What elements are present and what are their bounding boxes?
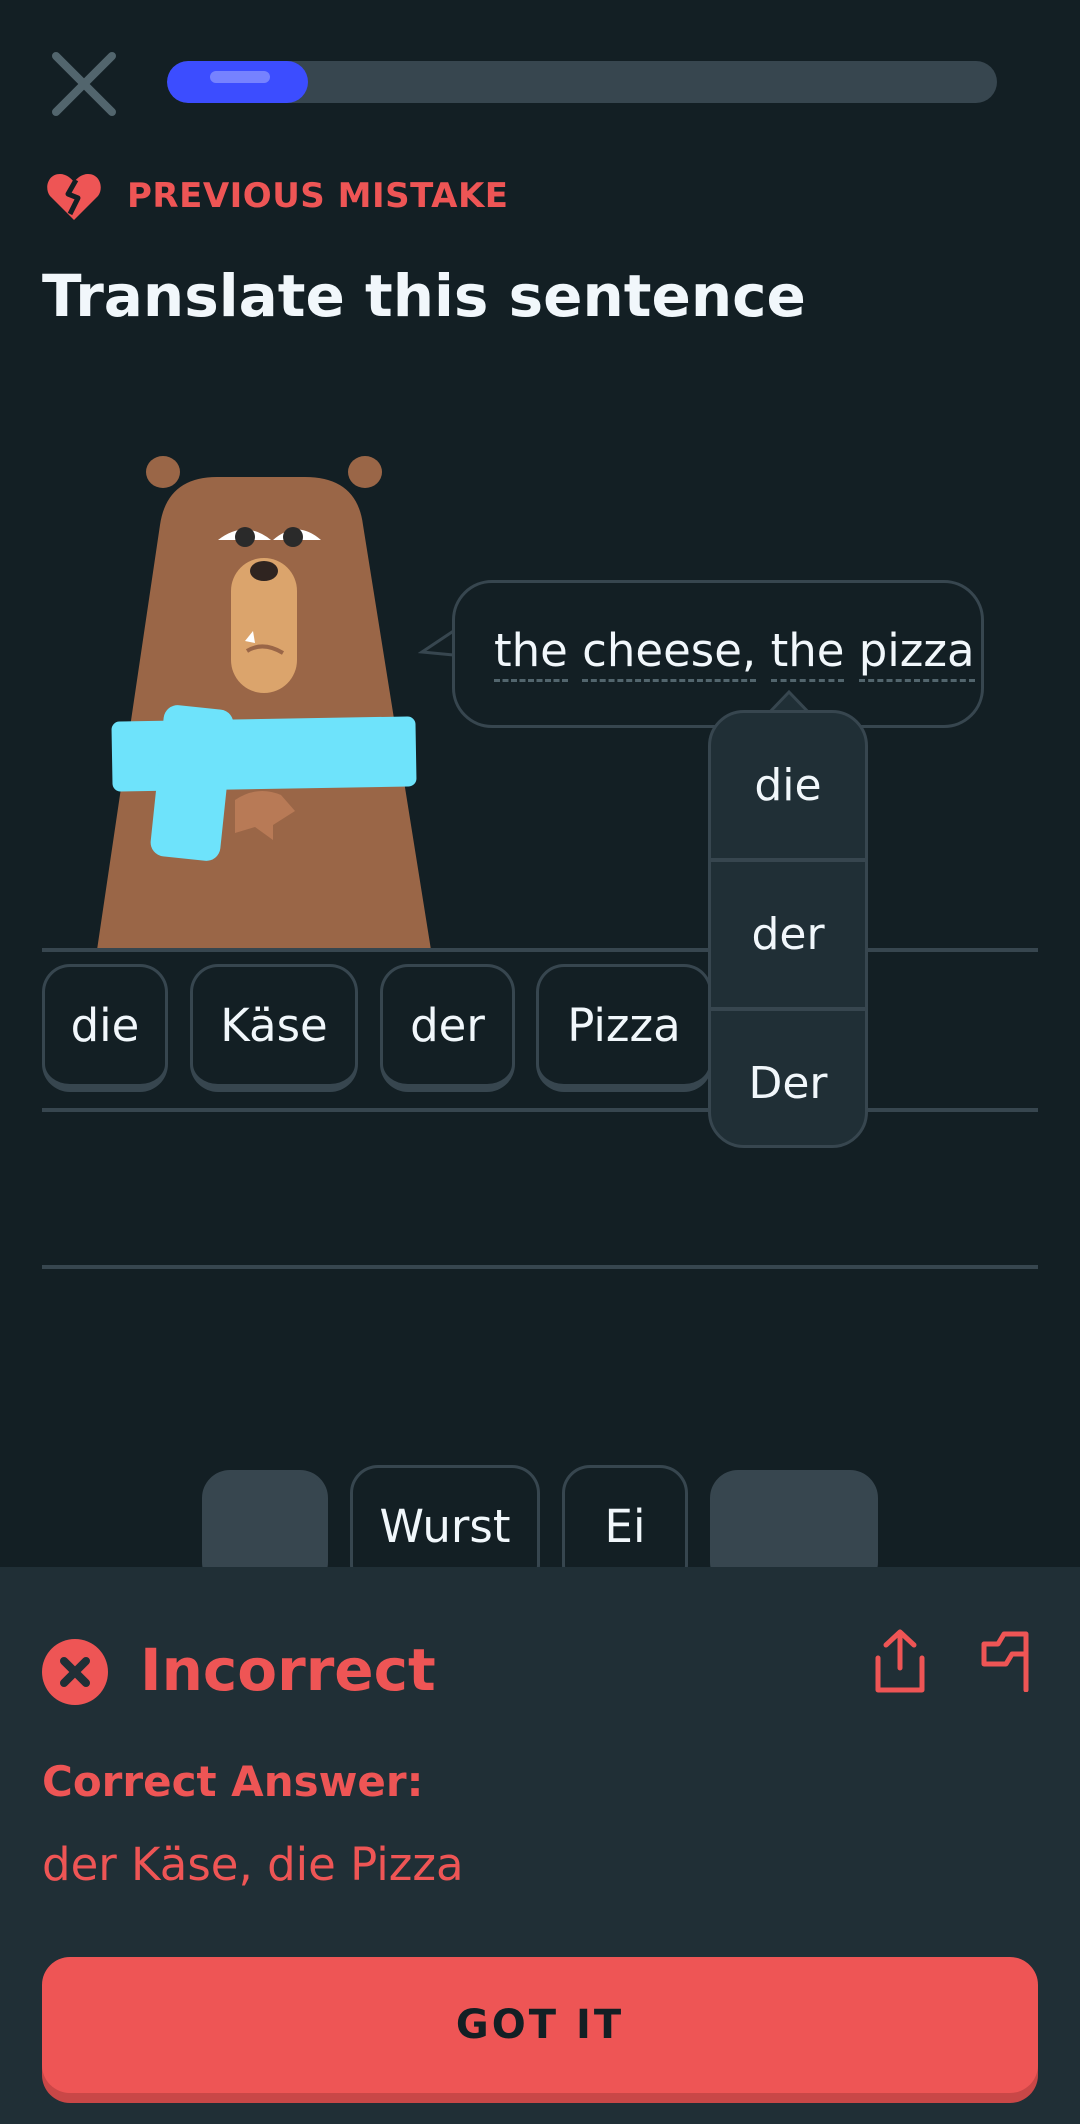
answer-tile[interactable]: Pizza [536,964,712,1092]
got-it-button[interactable]: GOT IT [42,1957,1038,2093]
hint-option[interactable]: Der [711,1007,865,1145]
hint-option[interactable]: die [711,713,865,858]
previous-mistake-label: PREVIOUS MISTAKE [127,176,509,216]
incorrect-status: Incorrect [140,1636,436,1704]
exercise-title: Translate this sentence [42,262,806,330]
share-icon[interactable] [872,1628,928,1694]
prompt-word[interactable]: cheese, [582,624,757,682]
flag-icon[interactable] [980,1630,1032,1692]
answer-line-bottom [42,1265,1038,1269]
word-hint-dropdown: die der Der [708,710,868,1148]
incorrect-x-icon [42,1639,108,1705]
close-icon[interactable] [44,44,124,124]
prompt-word[interactable]: the [494,624,568,682]
correct-answer-text: der Käse, die Pizza [42,1838,464,1891]
answer-tile[interactable]: die [42,964,168,1092]
answer-line-middle [42,1108,1038,1112]
prompt-word[interactable]: pizza [858,624,975,682]
progress-shine [210,71,270,83]
broken-heart-icon [47,174,101,220]
correct-answer-label: Correct Answer: [42,1757,424,1806]
prompt-sentence: the cheese, the pizza [494,624,975,682]
bear-character-illustration [97,456,431,950]
answer-tile[interactable]: der [380,964,515,1092]
prompt-word[interactable]: the [770,624,845,682]
hint-option[interactable]: der [711,858,865,1007]
answer-line-top [42,948,1038,952]
answer-tile[interactable]: Käse [190,964,358,1092]
lesson-progress-bar [167,61,997,103]
